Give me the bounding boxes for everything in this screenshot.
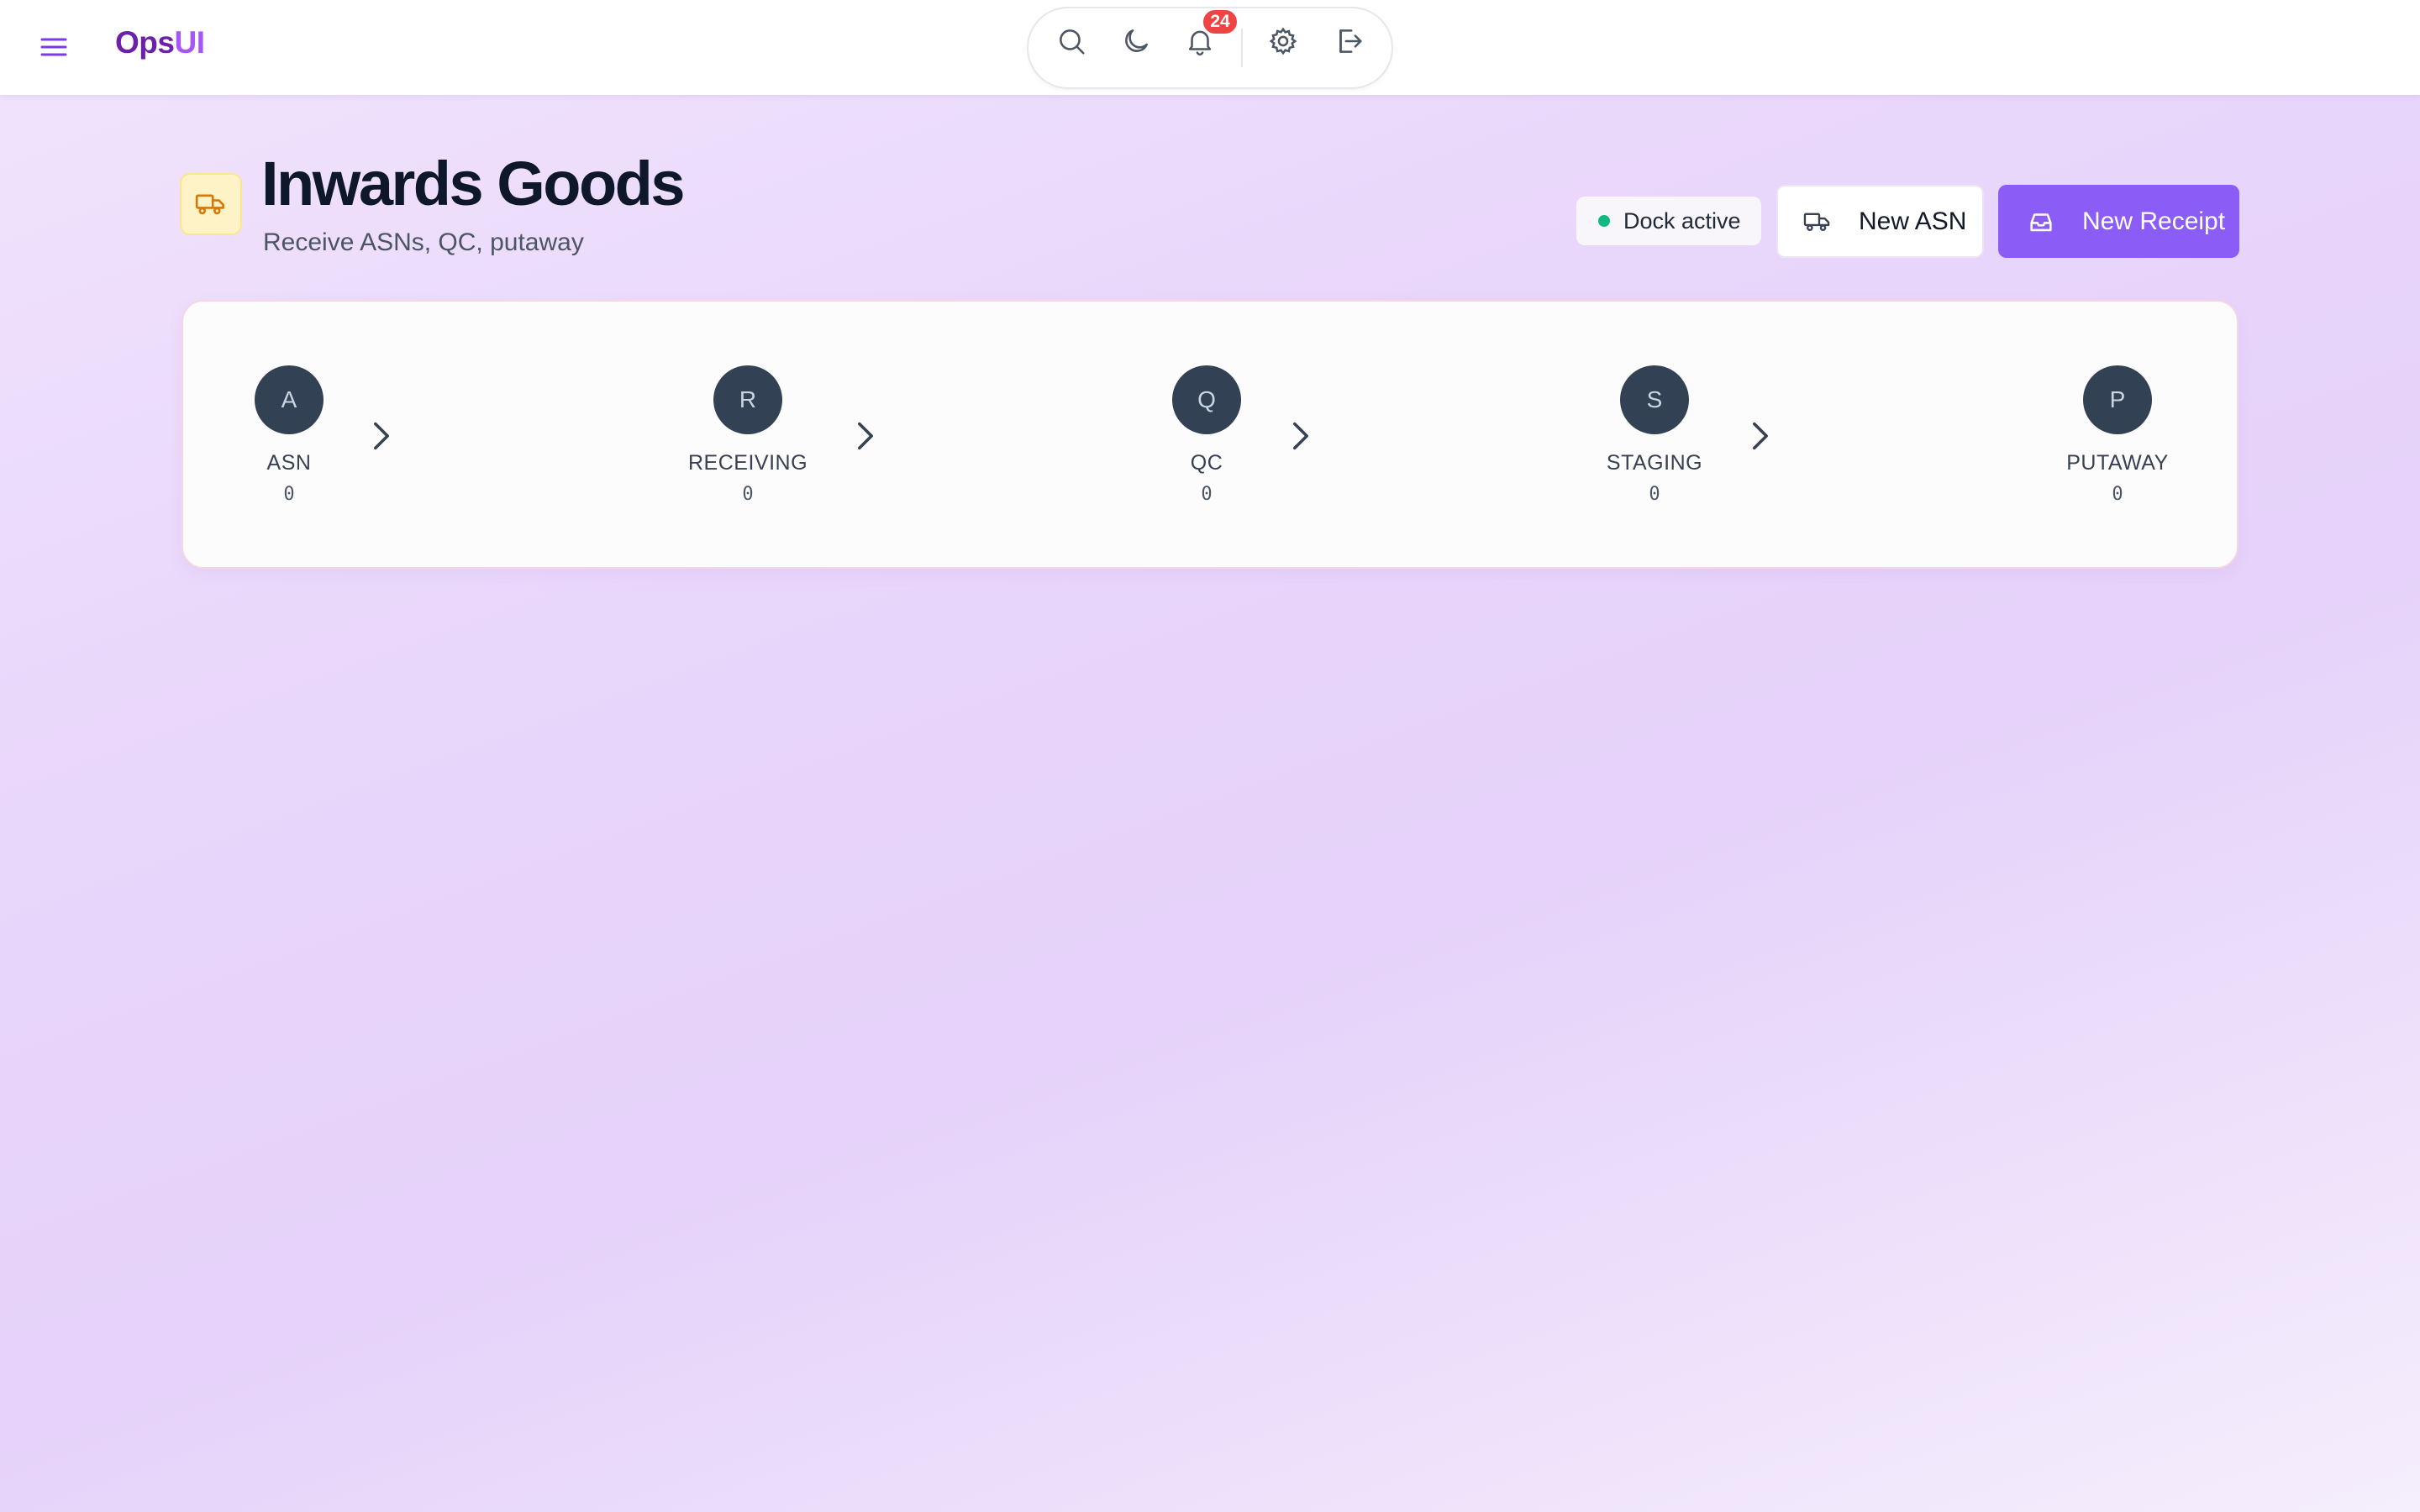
stage-count: 0	[2112, 484, 2123, 505]
pipeline-card: A ASN 0 R RECEIVING 0 Q QC 0 S STAGING 0…	[182, 300, 2238, 569]
new-receipt-label: New Receipt	[2082, 207, 2226, 235]
chevron-right-icon	[1748, 419, 1773, 453]
stage-count: 0	[742, 484, 754, 505]
truck-icon	[1803, 213, 1830, 231]
search-icon[interactable]	[1050, 20, 1092, 62]
stage-label: QC	[1190, 451, 1223, 475]
status-dot	[1598, 215, 1610, 227]
page-subtitle: Receive ASNs, QC, putaway	[263, 228, 584, 256]
stage-count: 0	[1649, 484, 1660, 505]
chevron-right-icon	[369, 419, 394, 453]
new-receipt-button[interactable]: New Receipt	[1998, 185, 2239, 258]
stage-receiving[interactable]: R RECEIVING 0	[664, 365, 832, 505]
new-asn-button[interactable]: New ASN	[1776, 185, 1984, 258]
page-title: Inwards Goods	[261, 149, 686, 218]
moon-icon[interactable]	[1115, 20, 1157, 62]
dock-status-badge: Dock active	[1576, 197, 1761, 245]
stage-count: 0	[1201, 484, 1213, 505]
status-label: Dock active	[1623, 207, 1741, 234]
truck-icon	[180, 173, 242, 235]
stage-putaway[interactable]: P PUTAWAY 0	[2033, 365, 2202, 505]
chevron-right-icon	[853, 419, 878, 453]
stage-avatar: A	[255, 365, 324, 434]
settings-icon[interactable]	[1262, 20, 1304, 62]
stage-label: ASN	[266, 451, 312, 475]
stage-label: PUTAWAY	[2066, 451, 2169, 475]
stage-label: STAGING	[1606, 451, 1703, 475]
stage-avatar: S	[1620, 365, 1689, 434]
stage-avatar: R	[713, 365, 782, 434]
toolbar-divider	[1241, 29, 1243, 67]
stage-avatar: P	[2083, 365, 2152, 434]
top-bar: OpsUI 24	[0, 0, 2420, 95]
chevron-right-icon	[1288, 419, 1313, 453]
stage-label: RECEIVING	[687, 451, 808, 475]
brand-name-part2: UI	[174, 25, 205, 60]
inbox-icon	[2030, 213, 2052, 231]
brand-name-part1: Ops	[115, 25, 175, 60]
stage-avatar: Q	[1172, 365, 1241, 434]
new-asn-label: New ASN	[1859, 207, 1967, 235]
stage-count: 0	[283, 484, 295, 505]
stage-asn[interactable]: A ASN 0	[205, 365, 373, 505]
stage-staging[interactable]: S STAGING 0	[1570, 365, 1739, 505]
menu-icon[interactable]	[37, 30, 71, 64]
logout-icon[interactable]	[1328, 20, 1370, 62]
stage-qc[interactable]: Q QC 0	[1123, 365, 1291, 505]
brand-logo[interactable]: OpsUI	[115, 25, 205, 60]
notification-badge: 24	[1202, 8, 1239, 35]
